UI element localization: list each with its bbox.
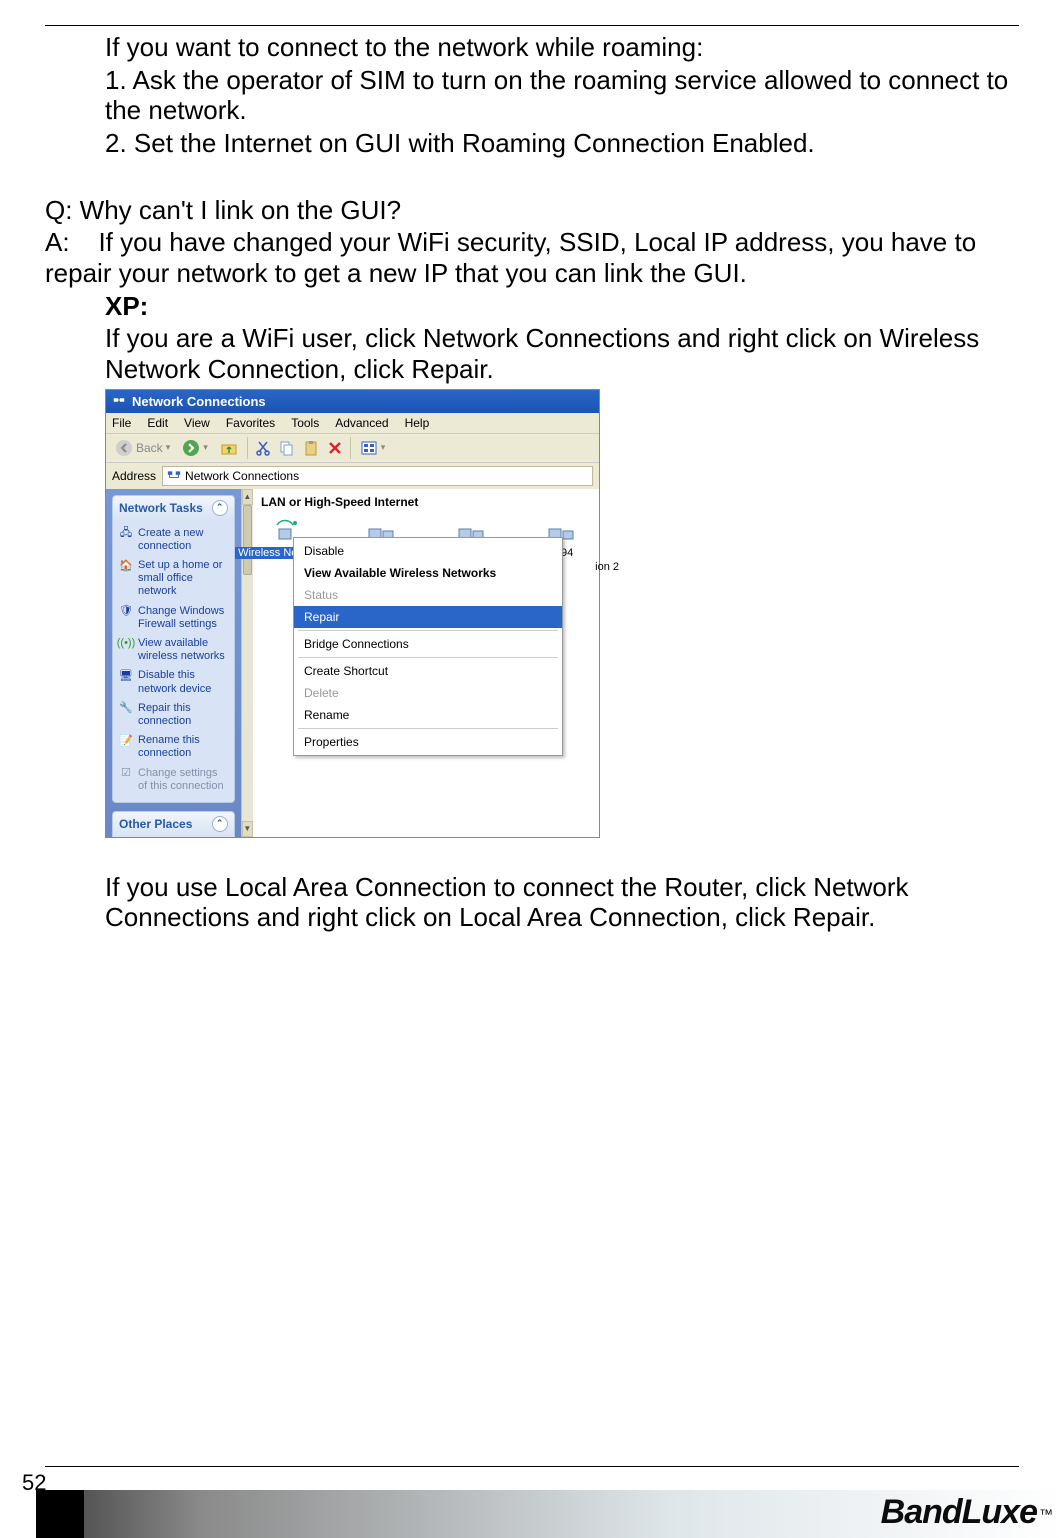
rename-icon: 📝 [119,734,133,748]
home-network-icon: 🏠 [119,559,133,573]
context-menu: Disable View Available Wireless Networks… [293,537,563,756]
xp-label: XP: [105,291,1019,322]
scroll-up-icon[interactable]: ▲ [242,489,253,505]
trademark-symbol: ™ [1039,1506,1052,1522]
task-home-network[interactable]: 🏠Set up a home or small office network [119,556,228,602]
scroll-down-icon[interactable]: ▼ [242,821,253,837]
cm-repair[interactable]: Repair [294,606,562,628]
back-icon [115,439,133,457]
menu-favorites[interactable]: Favorites [226,416,275,430]
faq-question: Q: Why can't I link on the GUI? [45,195,1019,226]
copy-icon[interactable] [278,439,296,457]
roaming-intro: If you want to connect to the network wh… [105,32,1019,63]
menu-tools[interactable]: Tools [291,416,319,430]
views-button[interactable]: ▾ [357,437,389,459]
settings-icon: ☑ [119,767,133,781]
cm-delete: Delete [294,682,562,704]
folder-up-icon [220,439,238,457]
network-connections-icon [167,467,181,484]
firewall-icon: 🛡 [119,605,133,619]
task-settings[interactable]: ☑Change settings of this connection [119,764,228,796]
cm-disable[interactable]: Disable [294,540,562,562]
window-titlebar: Network Connections [106,390,599,413]
network-icon [112,393,126,410]
brand-logo: BandLuxe™ [881,1493,1052,1532]
cm-rename[interactable]: Rename [294,704,562,726]
menu-view[interactable]: View [184,416,210,430]
address-field[interactable]: Network Connections [162,466,593,486]
up-button[interactable] [217,437,241,459]
chevron-down-icon: ▾ [381,442,386,453]
address-value: Network Connections [185,469,299,483]
repair-icon: 🔧 [119,702,133,716]
faq-answer: A: If you have changed your WiFi securit… [45,227,1019,288]
menubar: File Edit View Favorites Tools Advanced … [106,413,599,433]
other-places-title: Other Places [119,817,192,831]
network-tasks-panel: Network Tasks ⌃ 🖧Create a new connection… [112,495,235,803]
views-icon [360,439,378,457]
cm-separator [298,630,558,631]
task-rename[interactable]: 📝Rename this connection [119,731,228,763]
menu-advanced[interactable]: Advanced [335,416,388,430]
cm-properties[interactable]: Properties [294,731,562,753]
sidebar: Network Tasks ⌃ 🖧Create a new connection… [106,489,241,837]
menu-file[interactable]: File [112,416,131,430]
connection-extra-text: ion 2 [595,561,619,573]
chevron-down-icon: ▾ [166,442,171,453]
menu-edit[interactable]: Edit [147,416,168,430]
cm-separator [298,657,558,658]
lan-instructions: If you use Local Area Connection to conn… [105,872,1019,933]
new-connection-icon: 🖧 [119,527,133,541]
xp-instructions: If you are a WiFi user, click Network Co… [105,323,1019,384]
task-firewall[interactable]: 🛡Change Windows Firewall settings [119,602,228,634]
roaming-step2: 2. Set the Internet on GUI with Roaming … [105,128,1019,159]
cm-separator [298,728,558,729]
forward-button[interactable]: ▾ [179,437,211,459]
roaming-step1: 1. Ask the operator of SIM to turn on th… [105,65,1019,126]
back-label: Back [136,441,163,455]
screenshot-window: Network Connections File Edit View Favor… [105,389,600,838]
group-heading: LAN or High-Speed Internet [261,495,591,509]
collapse-icon[interactable]: ⌃ [212,500,228,516]
cm-shortcut[interactable]: Create Shortcut [294,660,562,682]
back-button[interactable]: Back ▾ [112,437,173,459]
scroll-thumb[interactable] [243,505,252,575]
task-repair[interactable]: 🔧Repair this connection [119,699,228,731]
content-area: LAN or High-Speed Internet Wireless Netw… [253,489,599,837]
other-places-panel: Other Places ⌃ 📁Control Panel 🌐My Networ… [112,811,235,837]
collapse-icon[interactable]: ⌃ [212,816,228,832]
delete-icon[interactable] [326,439,344,457]
cut-icon[interactable] [254,439,272,457]
window-title: Network Connections [132,394,266,409]
scrollbar[interactable]: ▲ ▼ [241,489,253,837]
paste-icon[interactable] [302,439,320,457]
task-create-connection[interactable]: 🖧Create a new connection [119,524,228,556]
forward-icon [182,439,200,457]
menu-help[interactable]: Help [405,416,430,430]
network-tasks-title: Network Tasks [119,501,203,515]
cm-status: Status [294,584,562,606]
cm-bridge[interactable]: Bridge Connections [294,633,562,655]
address-label: Address [112,469,156,483]
disable-icon: 🖥 [119,669,133,683]
toolbar: Back ▾ ▾ [106,433,599,462]
task-view-wireless[interactable]: ((•))View available wireless networks [119,634,228,666]
task-disable[interactable]: 🖥Disable this network device [119,666,228,698]
chevron-down-icon: ▾ [203,442,208,453]
cm-view-wireless[interactable]: View Available Wireless Networks [294,562,562,584]
wifi-icon: ((•)) [119,637,133,651]
address-bar: Address Network Connections [106,462,599,489]
